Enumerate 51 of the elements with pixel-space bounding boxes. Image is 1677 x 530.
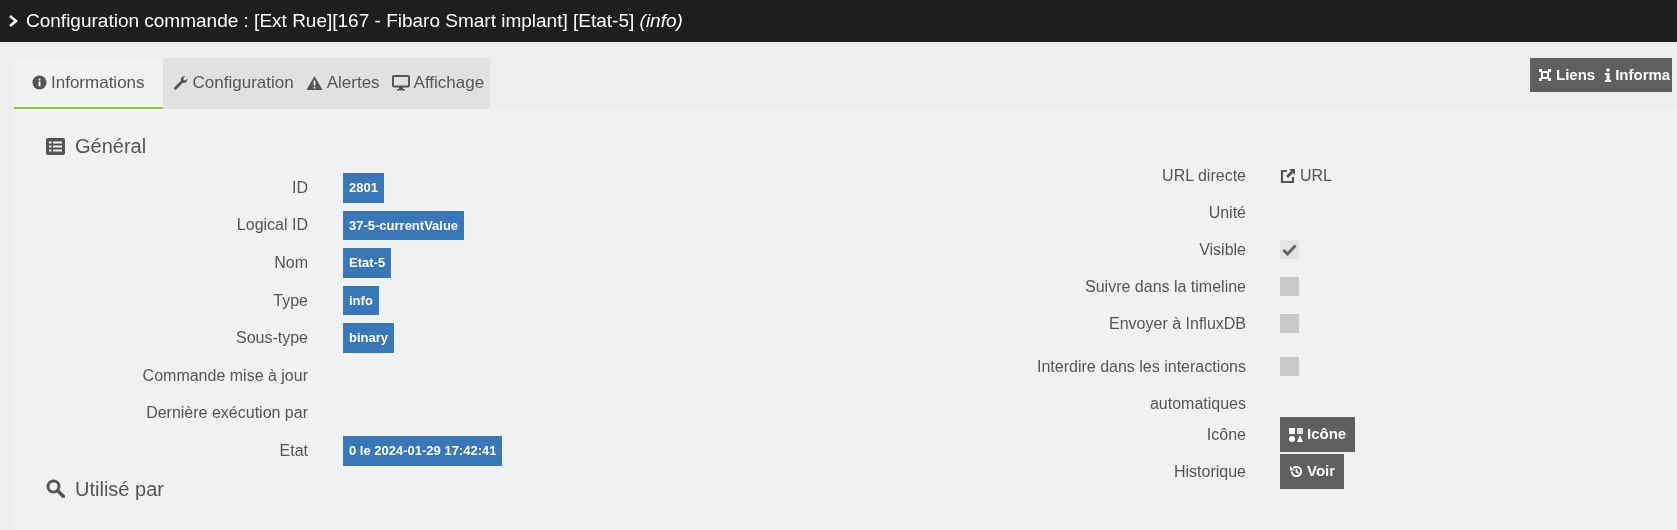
toolbar-button[interactable]: Liens xyxy=(1530,58,1601,92)
chevron-icon[interactable] xyxy=(8,15,18,27)
option-label: Historique xyxy=(1172,462,1246,482)
check-icon xyxy=(1282,243,1297,256)
field-label: Etat xyxy=(278,440,308,461)
field-label: Commande mise à jour xyxy=(141,365,308,386)
info-icon xyxy=(32,75,47,90)
option-label: Icône xyxy=(1205,425,1246,445)
action-button[interactable]: Voir xyxy=(1280,454,1345,489)
field-label: ID xyxy=(291,177,308,198)
value-label: binary xyxy=(343,323,394,353)
tab[interactable]: Configuration xyxy=(162,58,300,109)
tab[interactable]: Informations xyxy=(14,58,163,109)
frame-icon xyxy=(1538,68,1552,82)
field-label: Type xyxy=(272,290,308,311)
field-label: Nom xyxy=(273,253,308,273)
value-label: 0 le 2024-01-29 17:42:41 xyxy=(343,436,503,466)
search-icon xyxy=(46,479,65,499)
tab[interactable]: Affichage xyxy=(385,58,491,109)
checkbox[interactable] xyxy=(1280,357,1299,376)
value-label: 2801 xyxy=(343,173,384,203)
field-label: Dernière exécution par xyxy=(145,403,308,424)
value-label: 37-5-currentValue xyxy=(343,210,465,241)
value-label: Etat-5 xyxy=(343,248,392,278)
history-icon xyxy=(1289,464,1304,479)
shapes-icon xyxy=(1289,427,1304,442)
option-label: Visible xyxy=(1198,240,1246,260)
option-label: Suivre dans la timeline xyxy=(1084,277,1246,297)
value-label: info xyxy=(343,285,379,316)
option-label: Unité xyxy=(1207,203,1246,223)
option-label: Envoyer à InfluxDB xyxy=(1108,314,1246,334)
section-title: Général xyxy=(75,134,147,159)
warning-icon xyxy=(305,74,323,91)
field-label: Logical ID xyxy=(235,215,308,236)
monitor-icon xyxy=(391,74,410,91)
option-label: URL directe xyxy=(1161,166,1246,186)
wrench-icon xyxy=(172,74,189,91)
tab[interactable]: Alertes xyxy=(299,58,386,109)
action-button[interactable]: Icône xyxy=(1280,417,1356,452)
window-title: Configuration commande : [Ext Rue][167 - Fibaro Smart implant] [Etat-5] (info) xyxy=(26,8,683,33)
option-label: Interdire dans les interactions automatiques xyxy=(1036,357,1246,414)
checkbox[interactable] xyxy=(1280,277,1299,296)
info-icon xyxy=(1605,68,1612,82)
checkbox[interactable] xyxy=(1280,314,1299,333)
toolbar-button[interactable]: Informa xyxy=(1600,58,1673,92)
section-title: Utilisé par xyxy=(75,476,164,502)
url-link[interactable]: URL xyxy=(1280,163,1332,188)
list-icon xyxy=(46,137,65,155)
checkbox[interactable] xyxy=(1280,240,1299,259)
external-link-icon xyxy=(1280,167,1296,184)
field-label: Sous-type xyxy=(234,328,308,349)
